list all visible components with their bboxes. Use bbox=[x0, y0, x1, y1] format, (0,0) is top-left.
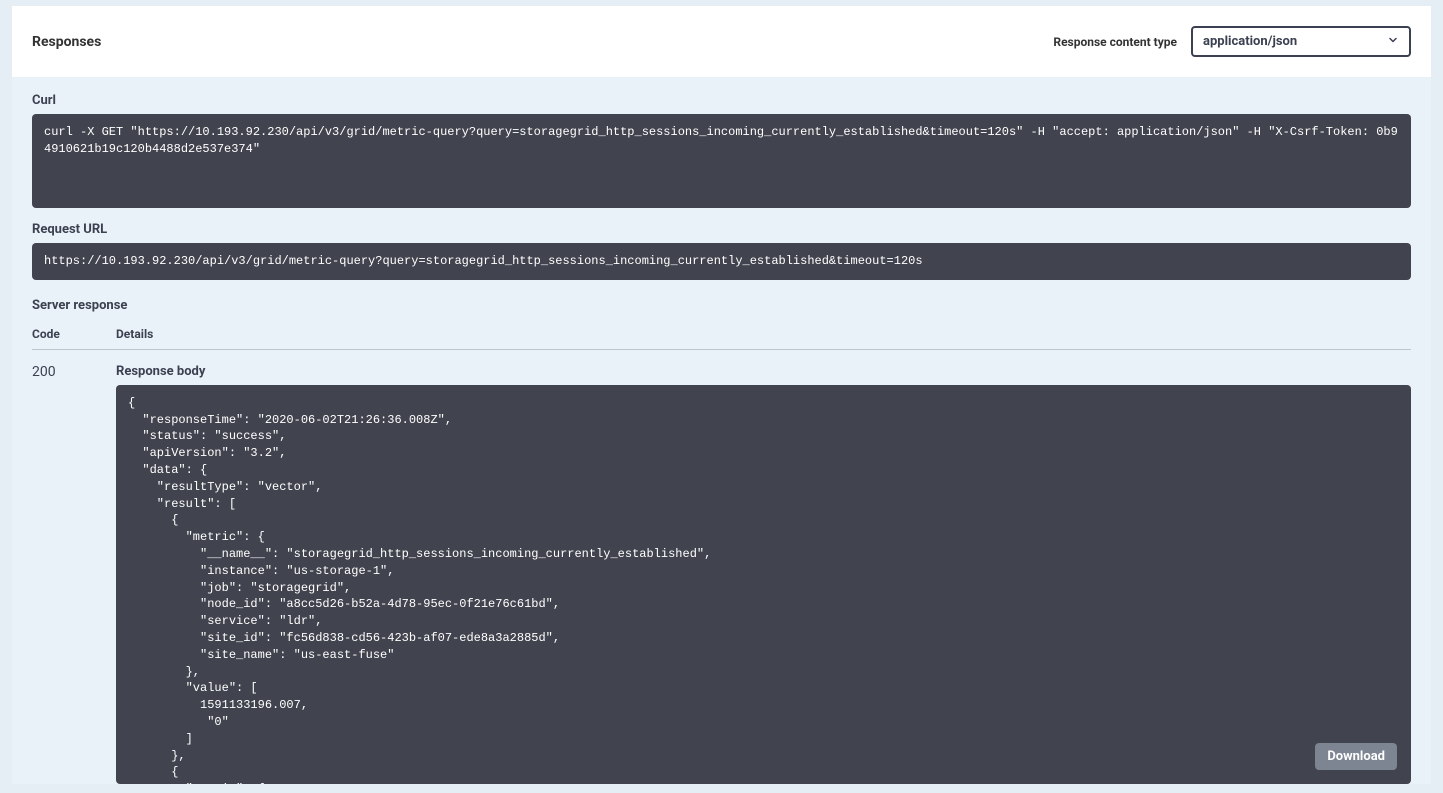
server-response-label: Server response bbox=[32, 298, 1411, 313]
content-type-value: application/json bbox=[1203, 34, 1297, 49]
curl-label: Curl bbox=[32, 93, 1411, 108]
download-button[interactable]: Download bbox=[1315, 743, 1397, 770]
response-code: 200 bbox=[32, 364, 116, 784]
code-column-header: Code bbox=[32, 327, 116, 341]
response-body-label: Response body bbox=[116, 364, 1411, 379]
curl-command[interactable]: curl -X GET "https://10.193.92.230/api/v… bbox=[32, 114, 1411, 208]
response-body[interactable]: { "responseTime": "2020-06-02T21:26:36.0… bbox=[116, 385, 1411, 784]
request-url-value[interactable]: https://10.193.92.230/api/v3/grid/metric… bbox=[32, 243, 1411, 280]
content-type-label: Response content type bbox=[1053, 35, 1177, 49]
chevron-down-icon bbox=[1387, 34, 1399, 50]
details-column-header: Details bbox=[116, 327, 153, 341]
responses-heading: Responses bbox=[32, 34, 101, 50]
content-type-select[interactable]: application/json bbox=[1191, 26, 1411, 57]
response-row: 200 Response body { "responseTime": "202… bbox=[32, 350, 1411, 784]
response-table-head: Code Details bbox=[32, 319, 1411, 350]
request-url-label: Request URL bbox=[32, 222, 1411, 237]
